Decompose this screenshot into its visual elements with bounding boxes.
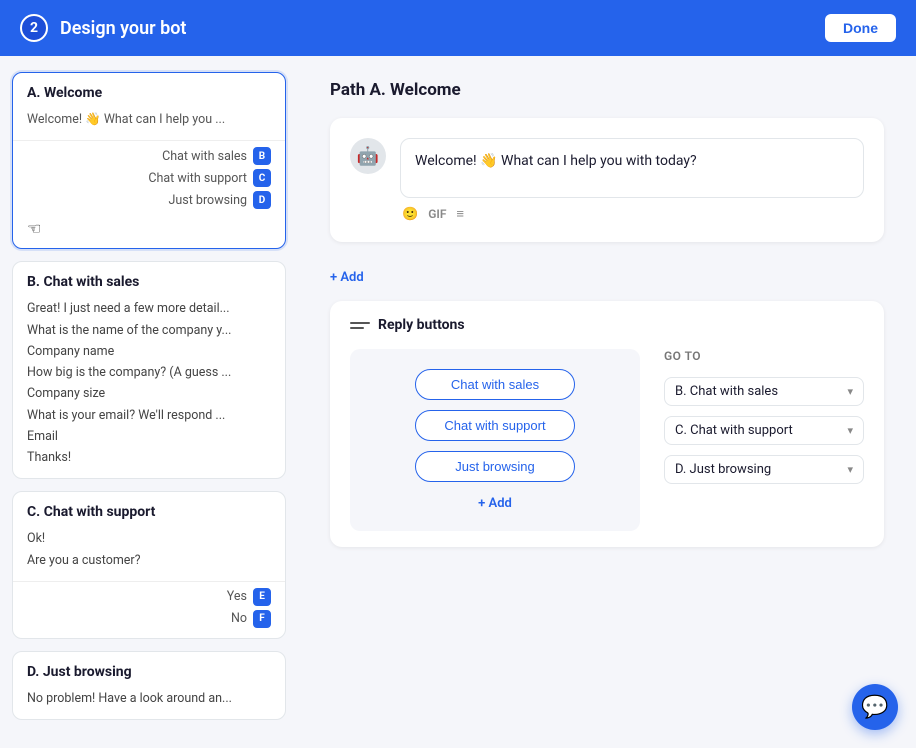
done-button[interactable]: Done	[825, 14, 896, 42]
chat-add-button[interactable]: + Add	[330, 270, 364, 285]
header: 2 Design your bot Done	[0, 0, 916, 56]
card-b-item-4: How big is the company? (A guess ...	[27, 362, 271, 383]
option-chat-sales-badge: B	[253, 147, 271, 165]
card-d-item-1: No problem! Have a look around an...	[27, 688, 271, 709]
reply-buttons-label: Reply buttons	[378, 317, 465, 333]
goto-select-browsing[interactable]: D. Just browsing ▾	[664, 455, 864, 484]
card-b-item-5: Company size	[27, 383, 271, 404]
reply-buttons-card: Reply buttons Chat with sales Chat with …	[330, 301, 884, 547]
card-b-chat-sales[interactable]: B. Chat with sales Great! I just need a …	[12, 261, 286, 479]
reply-buttons-icon	[350, 319, 370, 331]
option-chat-sales-label: Chat with sales	[162, 149, 247, 164]
support-fab-icon: 💬	[861, 695, 888, 720]
card-d-just-browsing[interactable]: D. Just browsing No problem! Have a look…	[12, 651, 286, 720]
card-a-preview: Welcome! 👋 What can I help you ...	[13, 107, 285, 140]
option-no-badge: F	[253, 610, 271, 628]
option-just-browsing: Just browsing D	[169, 191, 272, 209]
option-chat-support: Chat with support C	[148, 169, 271, 187]
chevron-down-icon-support: ▾	[847, 424, 853, 437]
chat-toolbar: 🙂 GIF ≡	[400, 206, 864, 222]
card-b-item-7: Email	[27, 426, 271, 447]
reply-buttons-title: Reply buttons	[350, 317, 864, 333]
card-c-item-2: Are you a customer?	[27, 550, 271, 571]
option-chat-sales: Chat with sales B	[162, 147, 271, 165]
chat-bubble-text: Welcome! 👋 What can I help you with toda…	[415, 153, 697, 169]
bot-avatar: 🤖	[350, 138, 386, 174]
reply-btn-chat-sales[interactable]: Chat with sales	[415, 369, 575, 400]
header-left: 2 Design your bot	[20, 14, 186, 42]
chat-preview-card: 🤖 Welcome! 👋 What can I help you with to…	[330, 118, 884, 242]
step-badge: 2	[20, 14, 48, 42]
reply-add-button[interactable]: + Add	[478, 496, 512, 511]
card-b-title: B. Chat with sales	[13, 262, 285, 296]
option-yes-badge: E	[253, 588, 271, 606]
card-b-item-1: Great! I just need a few more detail...	[27, 298, 271, 319]
sidebar: A. Welcome Welcome! 👋 What can I help yo…	[0, 56, 298, 748]
card-b-item-8: Thanks!	[27, 447, 271, 468]
reply-buttons-preview: Chat with sales Chat with support Just b…	[350, 349, 640, 531]
card-b-item-2: What is the name of the company y...	[27, 320, 271, 341]
chat-bubble-area: Welcome! 👋 What can I help you with toda…	[400, 138, 864, 222]
header-title: Design your bot	[60, 18, 186, 39]
text-format-icon[interactable]: ≡	[456, 206, 464, 222]
reply-buttons-layout: Chat with sales Chat with support Just b…	[350, 349, 864, 531]
chevron-down-icon-browsing: ▾	[847, 463, 853, 476]
option-yes: Yes E	[227, 588, 271, 606]
emoji-icon[interactable]: 🙂	[402, 207, 418, 222]
card-a-options: Chat with sales B Chat with support C Ju…	[13, 140, 285, 248]
option-chat-support-label: Chat with support	[148, 171, 247, 186]
card-c-item-1: Ok!	[27, 528, 271, 549]
card-c-options: Yes E No F	[13, 581, 285, 638]
option-chat-support-badge: C	[253, 169, 271, 187]
card-a-welcome[interactable]: A. Welcome Welcome! 👋 What can I help yo…	[12, 72, 286, 249]
chat-bubble[interactable]: Welcome! 👋 What can I help you with toda…	[400, 138, 864, 198]
chevron-down-icon-sales: ▾	[847, 385, 853, 398]
option-just-browsing-badge: D	[253, 191, 271, 209]
go-to-label: Go to	[664, 349, 864, 363]
option-no: No F	[231, 610, 271, 628]
card-c-body: Ok! Are you a customer?	[13, 526, 285, 581]
reply-btn-just-browsing[interactable]: Just browsing	[415, 451, 575, 482]
main-layout: A. Welcome Welcome! 👋 What can I help yo…	[0, 56, 916, 748]
goto-browsing-value: D. Just browsing	[675, 462, 771, 477]
card-c-chat-support[interactable]: C. Chat with support Ok! Are you a custo…	[12, 491, 286, 639]
path-title: Path A. Welcome	[330, 80, 884, 100]
card-a-title: A. Welcome	[13, 73, 285, 107]
support-fab[interactable]: 💬	[852, 684, 898, 730]
goto-sales-value: B. Chat with sales	[675, 384, 778, 399]
goto-support-value: C. Chat with support	[675, 423, 793, 438]
option-yes-label: Yes	[227, 589, 247, 604]
option-just-browsing-label: Just browsing	[169, 193, 248, 208]
reply-btn-chat-support[interactable]: Chat with support	[415, 410, 575, 441]
card-d-body: No problem! Have a look around an...	[13, 686, 285, 719]
card-d-title: D. Just browsing	[13, 652, 285, 686]
goto-select-sales[interactable]: B. Chat with sales ▾	[664, 377, 864, 406]
card-a-preview-text: Welcome! 👋 What can I help you ...	[27, 112, 225, 127]
option-no-label: No	[231, 611, 247, 626]
card-b-body: Great! I just need a few more detail... …	[13, 296, 285, 478]
card-b-item-6: What is your email? We'll respond ...	[27, 405, 271, 426]
card-b-item-3: Company name	[27, 341, 271, 362]
cursor-icon: ☜	[27, 219, 41, 238]
gif-label[interactable]: GIF	[428, 207, 446, 221]
goto-select-support[interactable]: C. Chat with support ▾	[664, 416, 864, 445]
card-c-title: C. Chat with support	[13, 492, 285, 526]
right-panel: Path A. Welcome 🤖 Welcome! 👋 What can I …	[298, 56, 916, 748]
go-to-area: Go to B. Chat with sales ▾ C. Chat with …	[664, 349, 864, 484]
